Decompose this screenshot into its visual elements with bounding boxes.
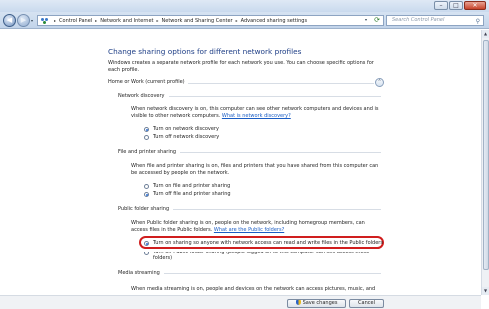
breadcrumb-separator-icon[interactable]: ▸ <box>236 18 238 23</box>
radio-label: Turn on file and printer sharing <box>153 183 231 189</box>
address-bar[interactable]: ▸ Control Panel ▸ Network and Internet ▸… <box>37 15 384 26</box>
minimize-icon: – <box>439 2 443 9</box>
action-bar: Save changes Cancel <box>0 295 481 309</box>
radio-label: Turn off network discovery <box>153 134 220 140</box>
network-icon <box>41 17 48 24</box>
radio-button[interactable] <box>144 183 149 189</box>
page-title: Change sharing options for different net… <box>108 47 302 56</box>
scroll-up-icon[interactable]: ▲ <box>482 30 489 38</box>
radio-turn-on-file-printer-sharing[interactable]: Turn on file and printer sharing <box>144 183 230 189</box>
save-changes-button[interactable]: Save changes <box>287 299 346 308</box>
page-description: Windows creates a separate network profi… <box>108 60 374 73</box>
close-icon: ✕ <box>472 2 478 9</box>
radio-button[interactable] <box>144 126 149 132</box>
collapse-chevron-icon[interactable]: ⌃ <box>375 78 384 87</box>
breadcrumb-item[interactable]: Control Panel <box>59 18 92 24</box>
radio-label: Turn on sharing so anyone with network a… <box>153 240 383 246</box>
media-streaming-description: When media streaming is on, people and d… <box>131 286 376 292</box>
scroll-down-icon[interactable]: ▼ <box>482 287 489 295</box>
recent-pages-dropdown-icon[interactable]: ▾ <box>31 18 33 23</box>
uac-shield-icon <box>295 300 301 305</box>
network-discovery-help-link[interactable]: What is network discovery? <box>222 113 291 119</box>
section-media-streaming: Media streaming <box>118 270 381 278</box>
breadcrumb: ▸ Control Panel ▸ Network and Internet ▸… <box>51 18 307 24</box>
section-heading: Network discovery <box>118 93 169 99</box>
public-folder-description: When Public folder sharing is on, people… <box>131 220 381 234</box>
breadcrumb-separator-icon[interactable]: ▸ <box>157 18 159 23</box>
window-title-bar: – □ ✕ <box>0 0 489 12</box>
back-button[interactable]: ◀ <box>3 14 16 27</box>
forward-button[interactable]: ▶ <box>17 14 30 27</box>
search-icon[interactable]: ⚲ <box>476 17 480 26</box>
search-input[interactable]: Search Control Panel ⚲ <box>386 15 484 26</box>
radio-label: Turn on network discovery <box>153 126 219 132</box>
vertical-scrollbar[interactable]: ▲ ▼ <box>481 30 489 295</box>
scroll-thumb[interactable] <box>483 40 489 270</box>
radio-label-continued: folders) <box>153 255 173 261</box>
file-printer-description: When file and printer sharing is on, fil… <box>131 163 379 176</box>
cancel-button-label: Cancel <box>358 300 375 306</box>
radio-turn-on-public-folder-sharing[interactable]: Turn on sharing so anyone with network a… <box>144 240 383 246</box>
address-dropdown-icon[interactable]: ▾ <box>365 17 367 22</box>
section-heading: Public folder sharing <box>118 206 174 212</box>
radio-turn-on-network-discovery[interactable]: Turn on network discovery <box>144 126 219 132</box>
profile-header[interactable]: Home or Work (current profile) ⌃ <box>108 78 384 89</box>
forward-arrow-icon: ▶ <box>20 16 27 24</box>
minimize-button[interactable]: – <box>434 1 448 10</box>
maximize-icon: □ <box>453 2 459 9</box>
window-controls: – □ ✕ <box>433 1 486 10</box>
breadcrumb-item[interactable]: Network and Sharing Center <box>162 18 233 24</box>
breadcrumb-separator-icon[interactable]: ▸ <box>95 18 97 23</box>
section-heading: File and printer sharing <box>118 149 181 155</box>
cancel-button[interactable]: Cancel <box>349 299 384 308</box>
refresh-icon[interactable]: ⟳ <box>374 16 380 24</box>
radio-label: Turn off file and printer sharing <box>153 191 231 197</box>
back-arrow-icon: ◀ <box>6 16 13 24</box>
search-placeholder: Search Control Panel <box>392 17 445 23</box>
radio-turn-off-file-printer-sharing[interactable]: Turn off file and printer sharing <box>144 191 231 197</box>
maximize-button[interactable]: □ <box>449 1 463 10</box>
radio-button[interactable] <box>144 240 149 246</box>
section-file-printer-sharing: File and printer sharing <box>118 149 381 157</box>
save-button-label: Save changes <box>302 300 338 306</box>
breadcrumb-item[interactable]: Network and Internet <box>100 18 153 24</box>
breadcrumb-item[interactable]: Advanced sharing settings <box>241 18 307 24</box>
network-discovery-description: When network discovery is on, this compu… <box>131 106 381 120</box>
navigation-bar: ◀ ▶ ▾ ▸ Control Panel ▸ Network and Inte… <box>0 12 489 29</box>
profile-label: Home or Work (current profile) <box>108 79 188 85</box>
radio-button[interactable] <box>144 191 149 197</box>
close-button[interactable]: ✕ <box>464 1 486 10</box>
public-folders-help-link[interactable]: What are the Public folders? <box>214 227 284 233</box>
section-network-discovery: Network discovery <box>118 93 381 101</box>
radio-button[interactable] <box>144 134 149 140</box>
section-heading: Media streaming <box>118 270 164 276</box>
section-public-folder-sharing: Public folder sharing <box>118 206 381 214</box>
breadcrumb-separator-icon[interactable]: ▸ <box>54 18 56 23</box>
radio-turn-off-network-discovery[interactable]: Turn off network discovery <box>144 134 219 140</box>
